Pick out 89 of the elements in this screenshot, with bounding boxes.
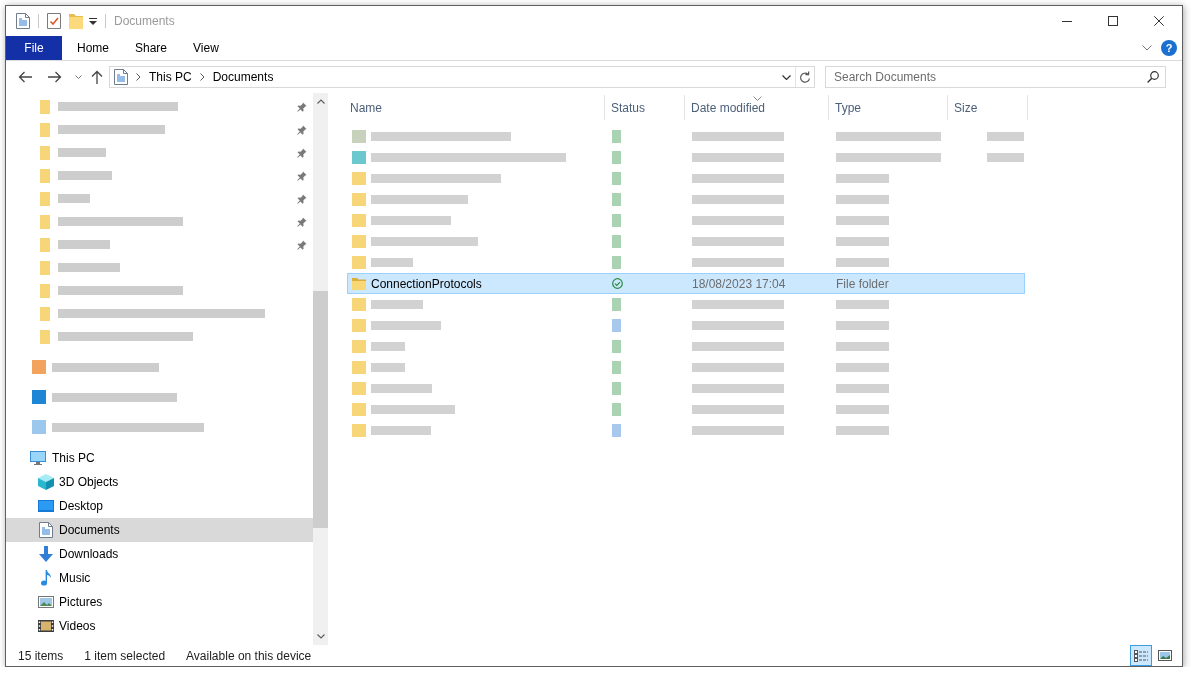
minimize-icon (1062, 20, 1072, 22)
picture-icon (38, 596, 54, 608)
column-header[interactable]: Size (948, 95, 1028, 120)
blurred-text (58, 148, 106, 157)
date-modified: 18/08/2023 17:04 (692, 276, 786, 291)
nav-item[interactable]: 3D Objects (6, 470, 313, 494)
column-header[interactable]: Date modified (685, 95, 829, 120)
maximize-icon (1108, 16, 1118, 26)
blurred-text (58, 263, 120, 272)
file-type: File folder (836, 276, 889, 291)
blurred-icon (40, 306, 50, 321)
address-bar[interactable]: This PC Documents (109, 66, 815, 88)
pin-icon[interactable] (297, 193, 307, 204)
nav-item[interactable]: Pictures (6, 590, 313, 614)
dropdown-icon[interactable] (89, 17, 97, 25)
nav-item[interactable]: This PC (6, 446, 313, 470)
details-view-button[interactable] (1130, 645, 1152, 666)
film-icon (38, 620, 54, 632)
blurred-icon (40, 214, 50, 229)
chevron-right-icon (136, 73, 141, 81)
nav-item[interactable]: Videos (6, 614, 313, 638)
blurred-icon (40, 122, 50, 137)
blurred-text (987, 132, 1024, 141)
blurred-icon (40, 99, 50, 114)
nav-item[interactable]: Desktop (6, 494, 313, 518)
chevron-down-icon (781, 74, 791, 80)
nav-item[interactable]: Music (6, 566, 313, 590)
blurred-text (58, 240, 110, 249)
scroll-up-icon[interactable] (316, 99, 325, 104)
search-icon[interactable] (1147, 71, 1159, 83)
file-row[interactable]: ConnectionProtocols 18/08/2023 17:04 File folder (347, 273, 1025, 294)
nav-item[interactable]: Documents (6, 518, 313, 542)
blurred-icon (40, 168, 50, 183)
pin-icon[interactable] (297, 239, 307, 250)
arrow-left-icon (18, 71, 32, 83)
selection-count: 1 item selected (84, 648, 166, 663)
column-header[interactable]: Status (605, 95, 685, 120)
file-name: ConnectionProtocols (371, 276, 482, 291)
help-button[interactable]: ? (1161, 40, 1177, 56)
pin-icon[interactable] (297, 124, 307, 135)
scroll-down-icon[interactable] (316, 634, 325, 639)
pin-icon[interactable] (297, 170, 307, 181)
blurred-icon (40, 260, 50, 275)
close-icon (1154, 16, 1164, 26)
cube-icon (38, 474, 54, 490)
pin-icon[interactable] (297, 147, 307, 158)
monitor-icon (30, 451, 46, 465)
chevron-right-icon (199, 73, 205, 81)
column-header[interactable]: Name (347, 95, 605, 120)
details-list-icon (1134, 649, 1148, 662)
download-arrow-icon (39, 546, 53, 562)
blurred-text (987, 153, 1024, 162)
sort-chevron-icon (752, 96, 762, 101)
arrow-up-icon (91, 70, 103, 84)
nav-item[interactable]: Downloads (6, 542, 313, 566)
chevron-down-icon (1142, 45, 1152, 51)
arrow-right-icon (48, 71, 62, 83)
column-header[interactable]: Type (829, 95, 948, 120)
ribbon-tab[interactable]: Share (120, 36, 178, 60)
pin-icon[interactable] (297, 101, 307, 112)
blurred-text (58, 194, 90, 203)
blurred-icon (40, 329, 50, 344)
picture-icon (1158, 650, 1172, 661)
file-menu-button[interactable]: File (6, 36, 62, 60)
music-note-icon (41, 570, 51, 586)
blurred-icon (40, 237, 50, 252)
document-icon[interactable] (16, 13, 30, 29)
check-page-icon[interactable] (47, 13, 61, 29)
ribbon-tab[interactable]: View (178, 36, 236, 60)
scrollbar[interactable] (313, 93, 328, 645)
breadcrumb-item[interactable]: Documents (207, 67, 279, 87)
blurred-icon (40, 191, 50, 206)
desktop-icon (38, 500, 54, 512)
window-title: Documents (114, 14, 175, 28)
pin-icon[interactable] (297, 216, 307, 227)
blurred-icon (40, 145, 50, 160)
scrollbar-thumb[interactable] (313, 291, 328, 529)
folder-icon[interactable] (69, 13, 83, 29)
availability-status: Available on this device (186, 648, 312, 663)
breadcrumb-item[interactable]: This PC (144, 67, 197, 87)
refresh-icon (799, 70, 811, 84)
item-count: 15 items (18, 648, 64, 663)
document-icon (114, 69, 128, 85)
ribbon-tab[interactable]: Home (62, 36, 120, 60)
chevron-down-icon (74, 75, 82, 79)
search-field[interactable]: Search Documents (825, 66, 1166, 88)
blurred-icon (40, 283, 50, 298)
blurred-text (58, 171, 112, 180)
document-icon (39, 522, 53, 538)
